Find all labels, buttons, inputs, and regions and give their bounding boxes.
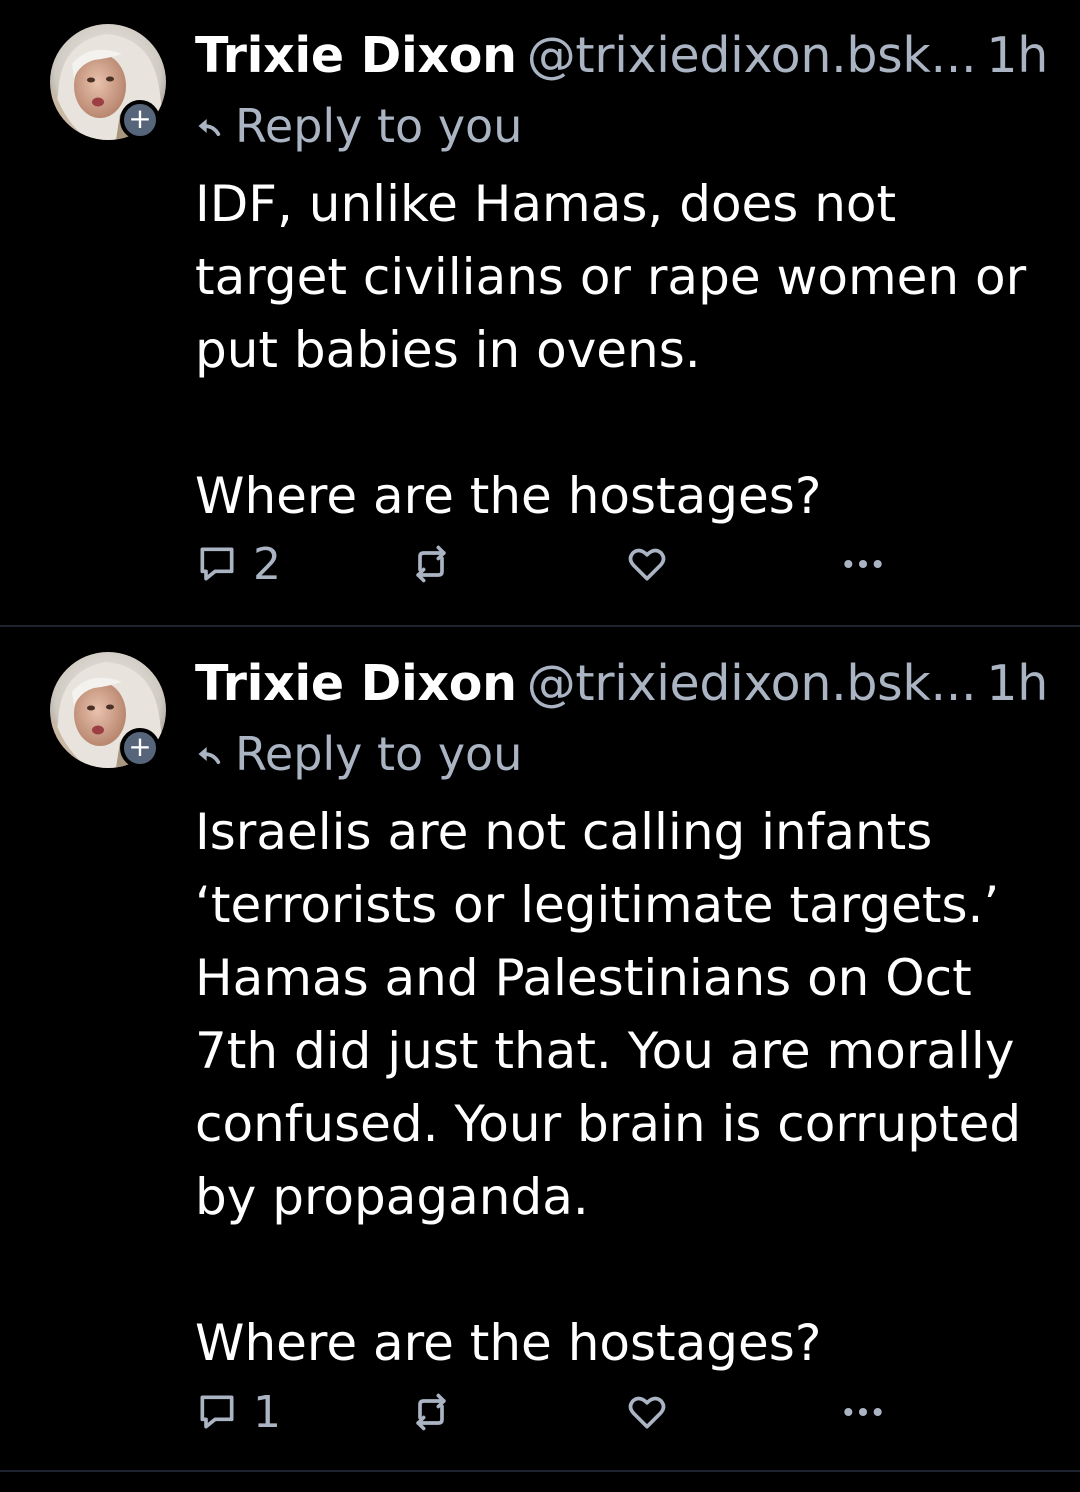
more-options-button[interactable]: [839, 534, 887, 594]
reply-arrow-icon: [198, 747, 221, 765]
author-handle[interactable]: @trixiedixon.bsk...: [527, 27, 977, 84]
follow-button[interactable]: +: [120, 100, 160, 140]
reply-to-label: Reply to you: [235, 99, 523, 153]
author-handle[interactable]: @trixiedixon.bsk...: [527, 655, 977, 712]
post-time[interactable]: 1h: [986, 27, 1048, 84]
speech-bubble-icon: [200, 1395, 234, 1429]
post-divider: [0, 625, 1080, 627]
plus-icon: +: [128, 730, 152, 763]
repost-icon: [416, 1393, 446, 1431]
heart-icon: [628, 548, 666, 581]
heart-icon: [628, 1396, 666, 1429]
reply-count: 1: [253, 1386, 281, 1438]
reply-button[interactable]: 2: [195, 534, 281, 594]
reply-arrow-icon: [198, 119, 221, 137]
post-text: IDF, unlike Hamas, does not target civil…: [195, 175, 1027, 525]
reply-context[interactable]: Reply to you: [195, 98, 522, 154]
post-actions: 1: [195, 1382, 915, 1442]
like-button[interactable]: [625, 534, 669, 594]
reply-button[interactable]: 1: [195, 1382, 281, 1442]
plus-icon: +: [128, 102, 152, 135]
like-button[interactable]: [625, 1382, 669, 1442]
avatar[interactable]: +: [50, 652, 166, 768]
repost-button[interactable]: [409, 1382, 453, 1442]
speech-bubble-icon: [200, 547, 234, 581]
follow-button[interactable]: +: [120, 728, 160, 768]
post[interactable]: + Trixie Dixon @trixiedixon.bsk... 1h Repl…: [0, 0, 1080, 626]
reply-count: 2: [253, 538, 281, 590]
repost-button[interactable]: [409, 534, 453, 594]
post-header: Trixie Dixon @trixiedixon.bsk... 1h: [195, 652, 1055, 716]
ellipsis-icon: [844, 1407, 882, 1417]
author-name[interactable]: Trixie Dixon: [195, 655, 517, 712]
avatar[interactable]: +: [50, 24, 166, 140]
post-divider: [0, 1470, 1080, 1472]
author-name[interactable]: Trixie Dixon: [195, 27, 517, 84]
repost-icon: [416, 545, 446, 583]
post-text: Israelis are not calling infants ‘terror…: [195, 803, 1022, 1372]
post[interactable]: + Trixie Dixon @trixiedixon.bsk... 1h Repl…: [0, 628, 1080, 1470]
post-time[interactable]: 1h: [986, 655, 1048, 712]
post-header: Trixie Dixon @trixiedixon.bsk... 1h: [195, 24, 1055, 88]
reply-to-label: Reply to you: [235, 727, 523, 781]
reply-context[interactable]: Reply to you: [195, 726, 522, 782]
post-actions: 2: [195, 534, 915, 594]
ellipsis-icon: [844, 559, 882, 569]
more-options-button[interactable]: [839, 1382, 887, 1442]
